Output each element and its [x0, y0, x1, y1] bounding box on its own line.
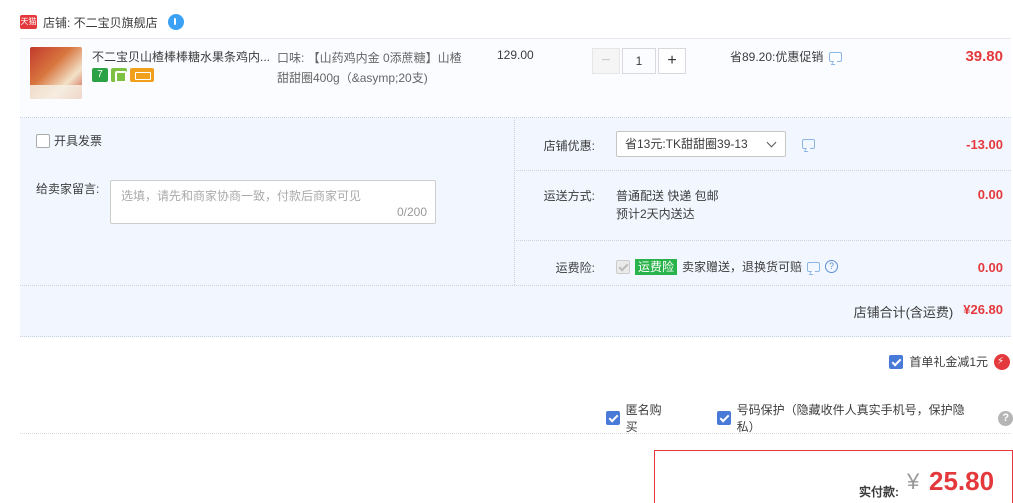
row-divider: [20, 285, 1011, 286]
payment-label: 实付款:: [859, 485, 899, 499]
seven-day-return-icon: 7: [92, 68, 108, 82]
item-subtotal: 39.80: [965, 48, 1003, 65]
shop-name[interactable]: 店铺: 不二宝贝旗舰店: [43, 14, 158, 31]
increase-quantity-button[interactable]: +: [658, 48, 686, 74]
shop-discount-amount: -13.00: [966, 137, 1003, 152]
insurance-checkbox: [616, 259, 630, 274]
service-badges: 7: [92, 68, 154, 83]
panel-divider: [514, 118, 515, 285]
shop-coupon-select[interactable]: 省13元:TK甜甜圈39-13: [616, 131, 786, 157]
product-title[interactable]: 不二宝贝山楂棒棒糖水果条鸡内...: [92, 48, 272, 65]
help-icon[interactable]: ?: [825, 260, 839, 273]
insurance-label: 运费险:: [555, 261, 595, 275]
shipping-method: 普通配送 快递 包邮 预计2天内送达: [616, 187, 719, 223]
coupon-selected-value: 省13元:TK甜甜圈39-13: [625, 137, 748, 151]
credit-card-icon: [130, 68, 154, 82]
promo-info: 省89.20:优惠促销: [730, 48, 843, 65]
order-item-row: 不二宝贝山楂棒棒糖水果条鸡内... 7 口味: 【山药鸡内金 0添蔗糖】山楂甜甜…: [20, 38, 1011, 118]
insurance-amount: 0.00: [977, 260, 1003, 275]
memo-label: 给卖家留言:: [36, 182, 100, 196]
quantity-input[interactable]: 1: [622, 48, 656, 74]
memo-placeholder: 选填，请先和商家协商一致，付款后商家可见: [121, 189, 362, 203]
sku-info: 口味: 【山药鸡内金 0添蔗糖】山楂甜甜圈400g（&asymp;20支): [277, 51, 462, 85]
message-icon[interactable]: [829, 51, 843, 62]
lightning-icon: [994, 353, 1010, 370]
shop-total: 店铺合计(含运费) ¥26.80: [854, 302, 1003, 321]
anonymous-label: 匿名购买: [625, 403, 662, 434]
message-icon[interactable]: [802, 139, 815, 149]
shipping-eta: 预计2天内送达: [616, 207, 695, 221]
shipping-method-text: 普通配送 快递 包邮: [616, 189, 719, 203]
invoice-option[interactable]: 开具发票: [36, 132, 102, 149]
chevron-down-icon: [766, 137, 777, 148]
shipping-label: 运送方式:: [543, 189, 595, 203]
section-divider: [20, 433, 1011, 434]
tmall-badge-icon: 天猫: [20, 15, 37, 29]
memo-char-count: 0/200: [396, 205, 427, 219]
shop-total-label: 店铺合计(含运费): [853, 305, 954, 320]
product-thumbnail[interactable]: [30, 47, 82, 99]
shipping-amount: 0.00: [977, 187, 1003, 202]
promo-text: 省89.20:优惠促销: [730, 50, 824, 64]
decrease-quantity-button[interactable]: −: [592, 48, 620, 74]
privacy-options: 匿名购买 号码保护（隐藏收件人真实手机号，保护隐私） ?: [606, 401, 1013, 435]
insurance-tag: 运费险: [635, 258, 678, 275]
shop-total-amount: ¥26.80: [963, 302, 1003, 317]
message-icon[interactable]: [807, 261, 821, 272]
payment-amount: 25.80: [929, 466, 995, 496]
shop-discount-label: 店铺优惠:: [543, 139, 595, 153]
seller-memo-textarea[interactable]: 选填，请先和商家协商一致，付款后商家可见 0/200: [110, 180, 436, 224]
help-icon[interactable]: ?: [998, 410, 1013, 426]
invoice-label: 开具发票: [54, 134, 103, 148]
currency-symbol: ¥: [907, 469, 920, 494]
invoice-checkbox[interactable]: [36, 133, 50, 148]
number-protect-checkbox[interactable]: [716, 411, 731, 425]
insurance-text: 卖家赠送，退换货可赔: [682, 260, 803, 274]
unit-price: 129.00: [497, 48, 534, 62]
quantity-stepper: − 1 +: [592, 48, 686, 74]
anonymous-checkbox[interactable]: [606, 411, 620, 425]
shipping-insurance: 运费险 卖家赠送，退换货可赔 ?: [616, 258, 839, 275]
row-divider: [514, 170, 1011, 171]
order-options-panel: 开具发票 给卖家留言: 选填，请先和商家协商一致，付款后商家可见 0/200 店…: [20, 118, 1011, 337]
shop-header: 天猫 店铺: 不二宝贝旗舰店: [20, 12, 184, 32]
first-order-gift[interactable]: 首单礼金减1元: [889, 353, 1010, 370]
gift-checkbox[interactable]: [889, 354, 904, 369]
payment-summary: 实付款: ¥ 25.80: [654, 450, 1013, 503]
row-divider: [514, 240, 1011, 241]
number-protect-label: 号码保护（隐藏收件人真实手机号，保护隐私）: [736, 403, 965, 434]
gift-label: 首单礼金减1元: [909, 355, 988, 369]
guarantee-icon: [111, 68, 127, 83]
contact-seller-icon[interactable]: [167, 14, 184, 30]
